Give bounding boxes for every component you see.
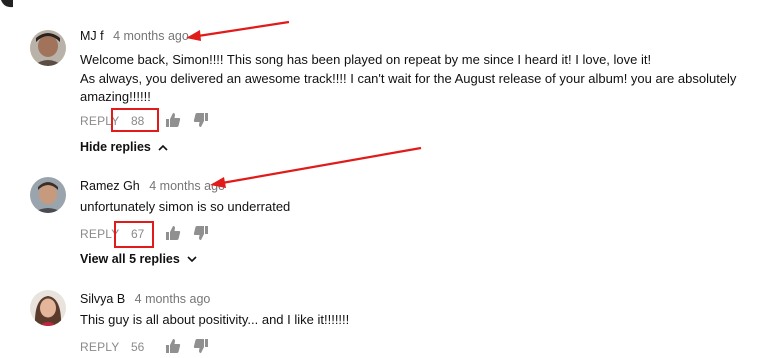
view-all-replies-label: View all 5 replies [80,252,180,266]
hide-replies-button[interactable]: Hide replies [80,140,168,154]
highlight-box [114,221,154,248]
comment-text: unfortunately simon is so underrated [80,198,740,217]
thumbs-up-icon[interactable] [165,112,181,128]
comment-timestamp[interactable]: 4 months ago [113,29,189,43]
comment-actions: REPLY 67 [80,225,280,245]
comment-timestamp[interactable]: 4 months ago [135,292,211,306]
avatar[interactable] [30,30,66,66]
comment-text: Welcome back, Simon!!!! This song has be… [80,51,740,107]
thumbs-down-icon[interactable] [193,225,209,241]
annotation-arrow [210,146,422,188]
cropped-header-glyph [1,0,13,8]
comment-actions: REPLY 88 [80,112,280,132]
chevron-down-icon [187,256,197,263]
comment-actions: REPLY 56 [80,338,280,358]
comment-timestamp[interactable]: 4 months ago [149,179,225,193]
thumbs-up-icon[interactable] [165,225,181,241]
comment-line: This guy is all about positivity... and … [80,312,350,327]
comment-line: As always, you delivered an awesome trac… [80,70,737,86]
like-count: 56 [131,340,145,354]
avatar[interactable] [30,290,66,326]
highlight-box [111,108,159,132]
thumbs-down-icon[interactable] [193,338,209,354]
comment-line: Welcome back, Simon!!!! This song has be… [80,52,652,67]
view-all-replies-button[interactable]: View all 5 replies [80,252,197,266]
thumbs-up-icon[interactable] [165,338,181,354]
chevron-up-icon [158,145,168,151]
comment-author[interactable]: Ramez Gh [80,179,140,193]
comment-author[interactable]: MJ f [80,29,104,43]
annotation-arrow [186,20,290,41]
hide-replies-label: Hide replies [80,140,151,154]
avatar[interactable] [30,177,66,213]
reply-button[interactable]: REPLY [80,340,119,354]
comment-author[interactable]: Silvya B [80,292,125,306]
comment-line: amazing!!!!!! [80,89,151,104]
comment-text: This guy is all about positivity... and … [80,311,740,330]
comment-line: unfortunately simon is so underrated [80,199,291,214]
thumbs-down-icon[interactable] [193,112,209,128]
